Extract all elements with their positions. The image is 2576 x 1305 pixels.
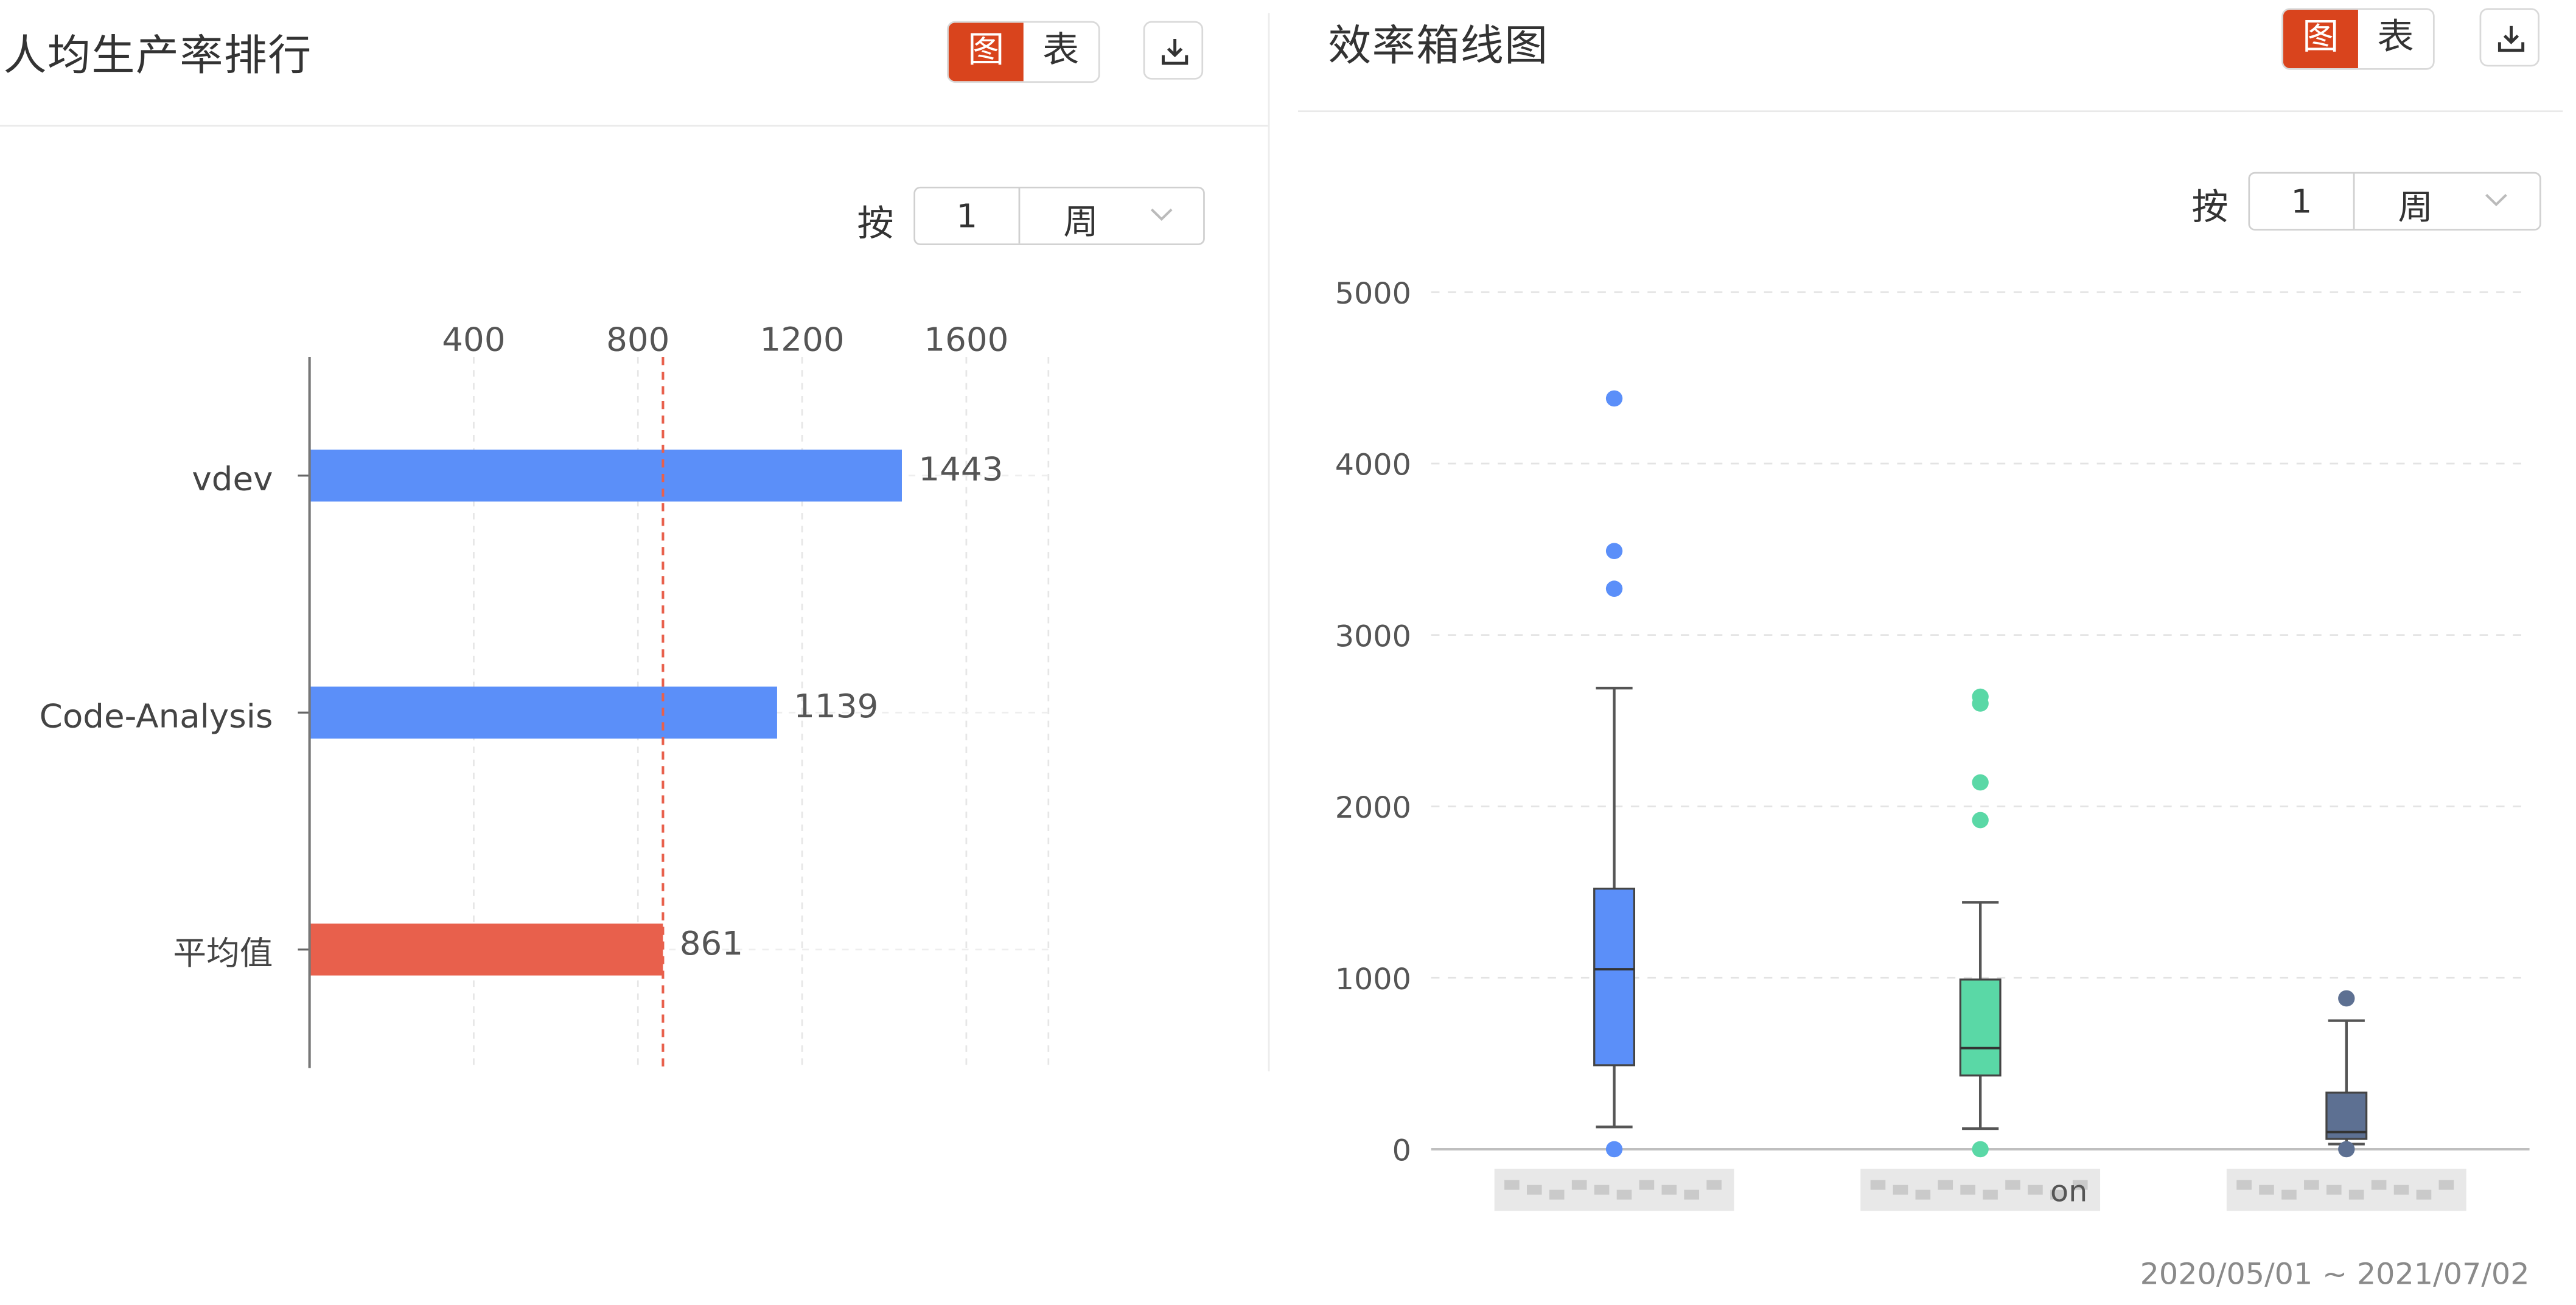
category-label-fragment: on [2050,1175,2087,1208]
outlier-point [1605,580,1623,597]
outlier-point [1972,774,1989,791]
outlier-point [2338,990,2355,1007]
header-divider [1297,110,2563,113]
redacted-pixel [1594,1185,1610,1195]
y-tick-label: 1000 [1335,962,1411,996]
redacted-pixel [1870,1180,1886,1190]
view-toggle: 图 表 [946,21,1100,83]
productivity-ranking-panel: 人均生产率排行 图 表 按 周 400 800 1200 1600 1443 vdev 11… [0,0,1268,1305]
period-selector: 周 [913,186,1205,245]
redacted-pixel [2005,1180,2020,1190]
category-label-redacted [1494,1168,1734,1211]
period-unit-select[interactable]: 周 [1020,188,1203,243]
iqr-box [1593,888,1636,1067]
panel-divider [1268,13,1270,1071]
outlier-point [1972,812,1989,829]
period-by-label: 按 [2191,188,2229,229]
category-label: vdev [192,460,273,498]
bar [309,924,663,976]
redacted-pixel [2236,1180,2252,1190]
chart-view-button[interactable]: 图 [2283,10,2358,69]
redacted-pixel [1549,1189,1565,1200]
download-button[interactable] [1143,21,1204,80]
redacted-pixel [2326,1185,2342,1195]
redacted-pixel [1915,1189,1931,1200]
view-toggle: 图 表 [2281,8,2435,70]
period-count-input[interactable] [915,188,1021,244]
redacted-pixel [1571,1180,1587,1190]
bar [309,450,902,502]
redacted-pixel [1684,1189,1700,1200]
date-range-label: 2020/05/01 ~ 2021/07/02 [2140,1258,2530,1292]
redacted-pixel [2281,1189,2297,1200]
y-tick-label: 2000 [1335,792,1411,825]
box-series [1593,390,1636,1158]
x-tick-label: 400 [442,321,505,358]
redacted-pixel [2304,1180,2319,1190]
y-tick-label: 5000 [1335,277,1411,310]
period-unit-select[interactable]: 周 [2354,173,2538,229]
redacted-pixel [1639,1180,1655,1190]
redacted-pixel [1938,1180,1953,1190]
efficiency-boxplot-panel: 效率箱线图 图 表 按 周 0 1000 2000 3000 4000 5000 on 20… [1297,0,2563,1305]
redacted-pixel [1661,1185,1677,1195]
header-divider [0,125,1268,127]
redacted-pixel [2416,1189,2432,1200]
download-icon [1162,39,1189,65]
category-label-redacted [2226,1168,2466,1211]
chevron-down-icon [1150,208,1173,221]
bar-value-label: 1139 [794,687,878,725]
x-tick-label: 1200 [760,321,845,358]
redacted-pixel [1706,1180,1722,1190]
panel-title: 效率箱线图 [1328,23,1549,72]
category-label: 平均值 [173,934,273,972]
category-label: Code-Analysis [40,697,273,735]
period-unit-value: 周 [2398,188,2433,228]
redacted-pixel [2438,1180,2454,1190]
table-view-button[interactable]: 表 [1024,23,1098,81]
bar-value-label: 1443 [918,450,1003,488]
redacted-pixel [1616,1189,1632,1200]
redacted-pixel [2028,1185,2043,1195]
table-view-button[interactable]: 表 [2358,10,2433,68]
outlier-point [1605,390,1623,407]
x-tick-label: 1600 [924,321,1008,358]
box-series [2325,990,2368,1158]
redacted-pixel [2259,1185,2274,1195]
outlier-point [1972,695,1989,712]
y-tick-label: 4000 [1335,448,1411,482]
chevron-down-icon [2485,193,2507,206]
redacted-pixel [1960,1185,1975,1195]
efficiency-box-plot: 0 1000 2000 3000 4000 5000 on [1335,277,2530,1211]
period-by-label: 按 [857,204,894,245]
redacted-pixel [1504,1180,1520,1190]
outlier-point [1605,543,1623,560]
y-tick-label: 0 [1392,1134,1411,1168]
redacted-pixel [1893,1185,1908,1195]
y-tick-label: 3000 [1335,620,1411,653]
period-selector: 周 [2248,172,2541,231]
iqr-box [1959,978,2002,1077]
panel-title: 人均生产率排行 [3,32,312,82]
redacted-pixel [2393,1185,2409,1195]
x-tick-label: 800 [606,321,669,358]
bar-value-label: 861 [680,924,743,962]
redacted-pixel [2371,1180,2387,1190]
period-unit-value: 周 [1063,203,1098,242]
box-series [1959,688,2002,1158]
download-button[interactable] [2479,8,2539,67]
redacted-pixel [2348,1189,2364,1200]
redacted-pixel [1983,1189,1998,1200]
bar [309,686,777,739]
period-count-input[interactable] [2250,173,2355,229]
chart-view-button[interactable]: 图 [948,23,1024,82]
outlier-point [2338,1141,2355,1158]
download-icon [2497,26,2525,52]
outlier-point [1605,1141,1623,1158]
outlier-point [1972,1141,1989,1158]
productivity-bar-chart: 400 800 1200 1600 1443 vdev 1139 Code-Analysis 8… [40,321,1050,1068]
redacted-pixel [1526,1185,1542,1195]
